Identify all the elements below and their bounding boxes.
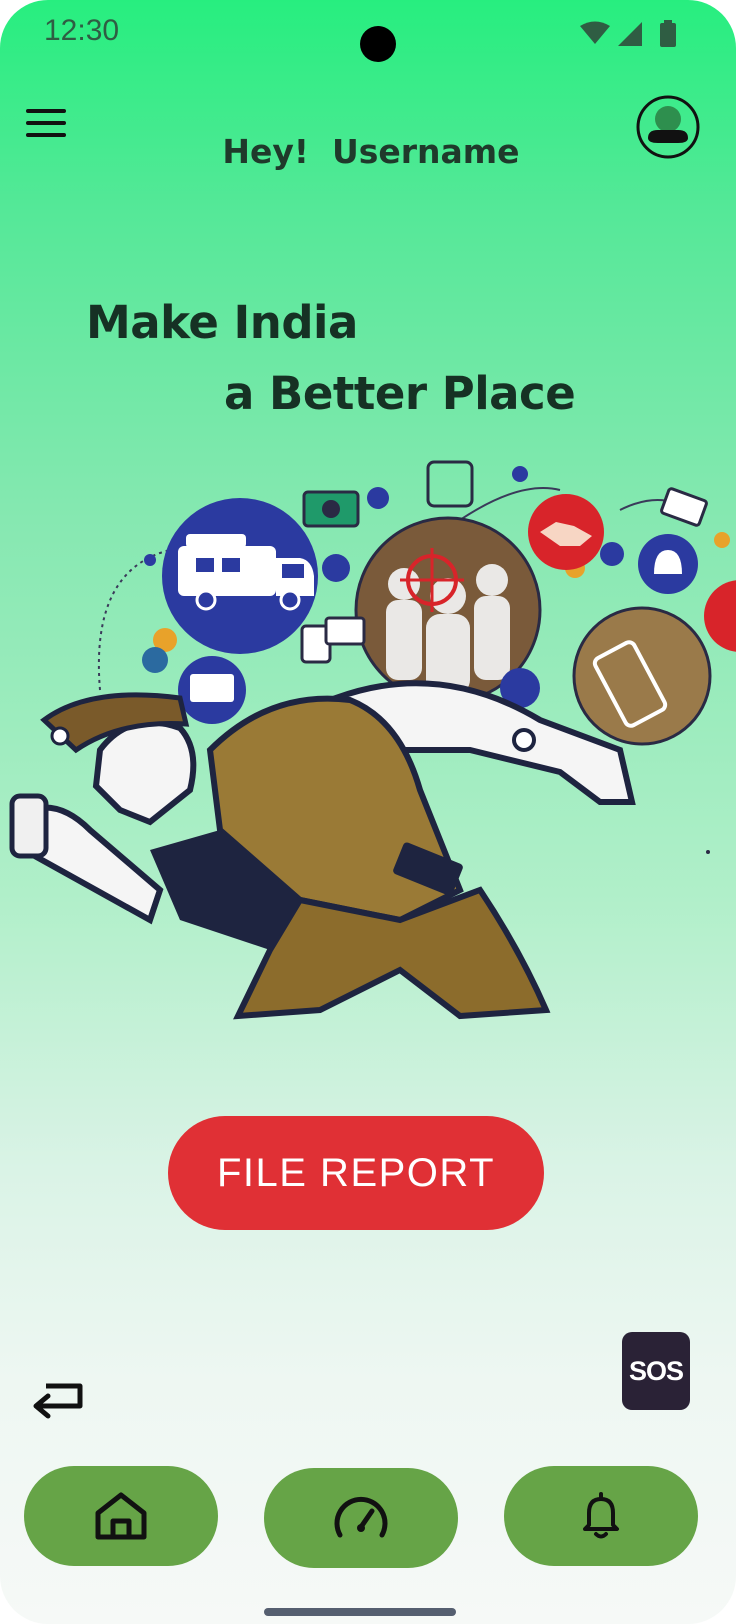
bell-icon xyxy=(583,1492,619,1539)
signal-icon xyxy=(618,22,642,46)
app-screen: 12:30 Hey! Username Make India a Better … xyxy=(0,0,736,1624)
wifi-icon xyxy=(580,21,610,44)
nav-home-button[interactable] xyxy=(24,1466,218,1566)
speedometer-icon xyxy=(334,1496,388,1538)
status-time: 12:30 xyxy=(44,14,120,47)
battery-icon xyxy=(660,20,676,47)
front-camera xyxy=(360,26,396,62)
home-indicator[interactable] xyxy=(264,1608,456,1616)
nav-notifications-button[interactable] xyxy=(504,1466,698,1566)
user-avatar-icon[interactable] xyxy=(636,95,700,159)
return-arrow-icon[interactable] xyxy=(30,1376,86,1420)
hero-line-1: Make India xyxy=(86,296,358,349)
hero-line-2: a Better Place xyxy=(224,367,576,420)
greeting-title: Hey! Username xyxy=(222,132,520,171)
nav-dashboard-button[interactable] xyxy=(264,1468,458,1568)
home-icon xyxy=(95,1492,147,1540)
file-report-button[interactable]: FILE REPORT xyxy=(168,1116,544,1230)
sos-button[interactable]: SOS xyxy=(622,1332,690,1410)
police-officer-illustration xyxy=(9,460,736,1020)
status-icons xyxy=(580,20,676,47)
